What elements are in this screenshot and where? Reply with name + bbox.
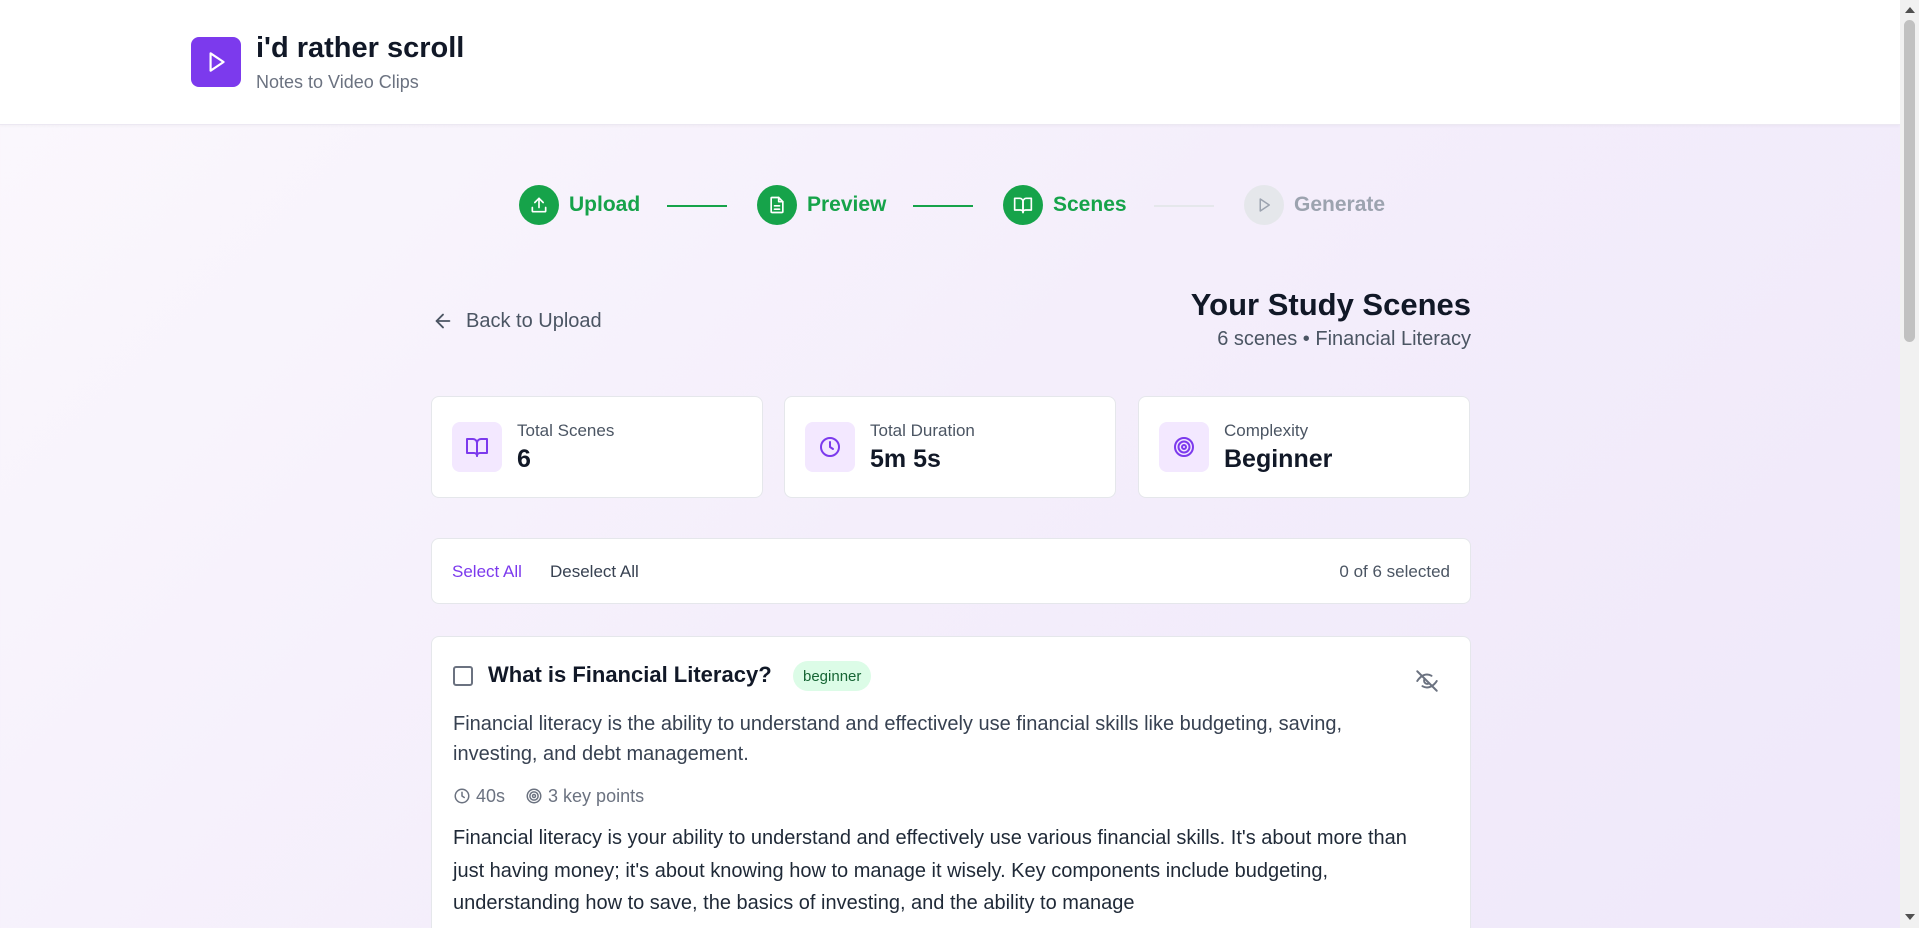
- scene-key-points: 3 key points: [525, 786, 644, 807]
- page-title: Your Study Scenes: [1190, 287, 1471, 322]
- step-label-scenes: Scenes: [1053, 193, 1127, 216]
- scene-narration: Financial literacy is your ability to un…: [453, 827, 1407, 914]
- scene-duration: 40s: [453, 786, 505, 807]
- book-open-icon: [452, 422, 502, 472]
- scene-meta: 40s 3 key points: [453, 784, 664, 808]
- stat-label: Total Duration: [870, 421, 975, 440]
- step-label-generate: Generate: [1294, 193, 1386, 216]
- back-to-upload-link[interactable]: Back to Upload: [432, 306, 602, 336]
- app-header: i'd rather scroll Notes to Video Clips: [0, 0, 1900, 125]
- scroll-down-icon[interactable]: [1905, 914, 1915, 920]
- scene-key-points-value: 3 key points: [548, 785, 645, 806]
- complexity-badge: beginner: [793, 661, 872, 691]
- step-preview: Preview: [757, 185, 886, 225]
- scene-title: What is Financial Literacy?: [488, 662, 772, 687]
- selection-toolbar: Select All Deselect All 0 of 6 selected: [431, 538, 1471, 604]
- app-title: i'd rather scroll: [256, 32, 465, 64]
- arrow-left-icon: [435, 313, 451, 329]
- step-connector: [913, 205, 973, 207]
- stat-card-total-scenes: Total Scenes 6: [431, 396, 763, 498]
- upload-icon: [519, 185, 559, 225]
- scene-select-checkbox[interactable]: [453, 666, 473, 686]
- target-icon: [1159, 422, 1209, 472]
- play-icon: [1244, 185, 1284, 225]
- stat-card-complexity: Complexity Beginner: [1138, 396, 1470, 498]
- scene-card[interactable]: What is Financial Literacy? beginner Fin…: [431, 636, 1471, 928]
- document-icon: [757, 185, 797, 225]
- scene-summary: Financial literacy is the ability to und…: [453, 713, 1343, 765]
- step-generate: Generate: [1244, 185, 1385, 225]
- step-scenes: Scenes: [1003, 185, 1127, 225]
- step-connector: [667, 205, 727, 207]
- stat-value: 5m 5s: [870, 445, 941, 473]
- eye-off-icon[interactable]: [1413, 667, 1441, 695]
- stat-label: Total Scenes: [517, 421, 615, 440]
- deselect-all-button[interactable]: Deselect All: [550, 562, 639, 582]
- step-label-upload: Upload: [569, 193, 641, 216]
- selected-count: 0 of 6 selected: [1339, 562, 1450, 581]
- clock-icon: [454, 788, 470, 804]
- page-scrollbar[interactable]: [1900, 0, 1919, 928]
- scroll-thumb[interactable]: [1904, 20, 1915, 342]
- step-label-preview: Preview: [807, 193, 887, 216]
- stat-value: 6: [517, 445, 531, 473]
- stat-card-total-duration: Total Duration 5m 5s: [784, 396, 1116, 498]
- app-subtitle: Notes to Video Clips: [256, 72, 419, 92]
- page-subtitle: 6 scenes • Financial Literacy: [1217, 328, 1471, 350]
- step-connector: [1154, 205, 1214, 207]
- clock-icon: [805, 422, 855, 472]
- logo-play-icon: [191, 37, 241, 87]
- scroll-up-icon[interactable]: [1905, 7, 1915, 13]
- target-icon: [526, 788, 542, 804]
- scene-duration-value: 40s: [476, 785, 506, 806]
- stat-value: Beginner: [1224, 445, 1333, 473]
- back-link-label: Back to Upload: [466, 309, 602, 332]
- step-upload: Upload: [519, 185, 640, 225]
- stat-label: Complexity: [1224, 421, 1309, 440]
- book-open-icon: [1003, 185, 1043, 225]
- select-all-button[interactable]: Select All: [452, 562, 522, 582]
